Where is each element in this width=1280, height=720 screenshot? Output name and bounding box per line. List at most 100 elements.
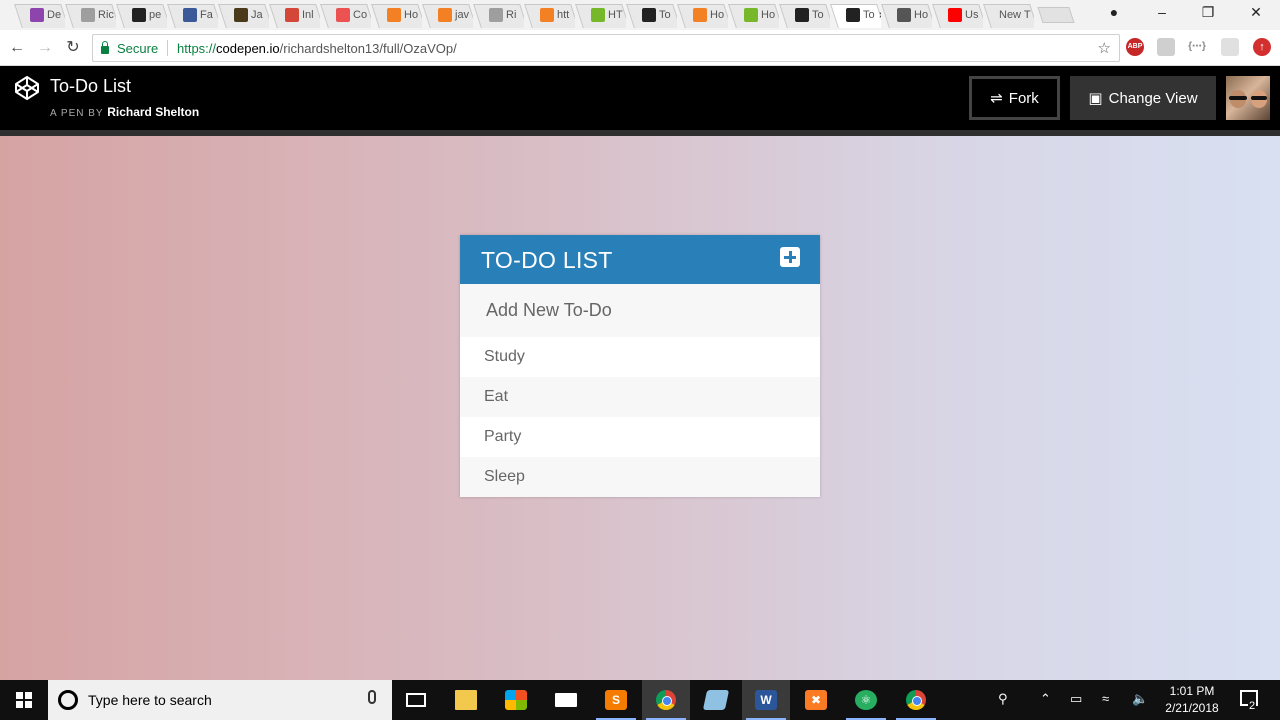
browser-tab[interactable]: To ×	[830, 2, 881, 28]
browser-tab[interactable]: Ho	[371, 2, 422, 28]
cube-icon	[30, 8, 44, 22]
start-button[interactable]	[0, 680, 48, 720]
taskbar-xampp[interactable]: ✖	[792, 680, 840, 720]
browser-tab[interactable]: To	[626, 2, 677, 28]
forward-arrow-icon[interactable]: →	[34, 37, 56, 59]
author-link[interactable]: Richard Shelton	[107, 105, 199, 119]
close-window-button[interactable]: ✕	[1246, 4, 1266, 21]
fork-button[interactable]: ⇌ Fork	[969, 76, 1060, 120]
new-tab-button[interactable]	[1037, 7, 1075, 23]
browser-tab[interactable]: Ho	[677, 2, 728, 28]
browser-tab[interactable]: Ja	[218, 2, 269, 28]
reload-icon[interactable]: ↻	[62, 37, 84, 59]
codepen-icon	[846, 8, 860, 22]
microphone-icon[interactable]	[368, 690, 376, 704]
browser-tab[interactable]: To	[779, 2, 830, 28]
json-extension-icon[interactable]: {⋯}	[1188, 38, 1206, 56]
adblock-extension-icon[interactable]: ABP	[1126, 38, 1144, 56]
browser-tab[interactable]: New T	[983, 2, 1034, 28]
browser-toolbar: ← → ↻ Secure https://codepen.io/richards…	[0, 30, 1280, 66]
divider	[167, 40, 168, 56]
extension-icon[interactable]	[1157, 38, 1175, 56]
minimize-button[interactable]: –	[1152, 4, 1172, 20]
url-path: /richardshelton13/full/OzaVOp/	[279, 41, 457, 56]
url-text[interactable]: https://codepen.io/richardshelton13/full…	[177, 41, 457, 56]
secure-label: Secure	[117, 41, 159, 56]
tab-label: Ho	[914, 9, 929, 21]
todo-card: TO-DO LIST StudyEatPartySleep	[460, 235, 820, 497]
address-bar[interactable]: Secure https://codepen.io/richardshelton…	[92, 34, 1120, 62]
secure-indicator[interactable]: Secure	[101, 40, 159, 56]
browser-tab[interactable]: Inl	[269, 2, 320, 28]
battery-icon[interactable]: ▭	[1070, 691, 1082, 707]
xampp-icon: ✖	[805, 690, 827, 710]
taskbar-mail[interactable]	[542, 680, 590, 720]
system-clock[interactable]: 1:01 PM 2/21/2018	[1156, 683, 1228, 717]
chevron-up-icon[interactable]: ⌃	[1040, 691, 1051, 707]
taskbar-notepad[interactable]	[692, 680, 740, 720]
github-icon	[132, 8, 146, 22]
task-view-icon	[406, 693, 426, 707]
browser-tab[interactable]: Co	[320, 2, 371, 28]
browser-tab[interactable]: Ri	[473, 2, 524, 28]
tab-label: pe	[149, 9, 162, 21]
taskbar-sublime[interactable]: S	[592, 680, 640, 720]
close-tab-icon[interactable]: ×	[879, 8, 881, 22]
search-placeholder: Type here to search	[88, 692, 212, 708]
volume-icon[interactable]: 🔈	[1132, 691, 1148, 707]
taskbar-search[interactable]: Type here to search	[48, 680, 392, 720]
profile-icon[interactable]: ●	[1104, 4, 1124, 20]
tab-label: Ho	[404, 9, 419, 21]
browser-tab[interactable]: HT	[575, 2, 626, 28]
taskbar-store[interactable]	[492, 680, 540, 720]
user-avatar[interactable]	[1226, 76, 1270, 120]
todo-list: Study Eat Party Sleep	[460, 337, 820, 497]
people-icon[interactable]: ⚲	[998, 691, 1008, 707]
todo-item[interactable]: Eat	[460, 377, 820, 417]
extension-icon[interactable]	[1221, 38, 1239, 56]
tab-label: Ho	[710, 9, 725, 21]
todo-item[interactable]: Sleep	[460, 457, 820, 497]
browser-tab[interactable]: Ho	[881, 2, 932, 28]
browser-tab[interactable]: Ric	[65, 2, 116, 28]
bookmark-star-icon[interactable]: ☆	[1098, 39, 1111, 57]
browser-tab[interactable]: De	[14, 2, 65, 28]
browser-tab[interactable]: Ho	[728, 2, 779, 28]
back-arrow-icon[interactable]: ←	[6, 37, 28, 59]
url-scheme: https://	[177, 41, 217, 56]
stack-icon	[693, 8, 707, 22]
tab-label: Inl	[302, 9, 314, 21]
mail-icon	[555, 693, 577, 707]
task-view-button[interactable]	[392, 680, 440, 720]
tab-label: Us	[965, 9, 979, 21]
taskbar-file-explorer[interactable]	[442, 680, 490, 720]
nyt-icon	[642, 8, 656, 22]
add-todo-plus-icon[interactable]	[780, 247, 800, 267]
browser-tab[interactable]: Us	[932, 2, 983, 28]
taskbar-chrome[interactable]	[642, 680, 690, 720]
change-view-button[interactable]: ▣ Change View	[1070, 76, 1216, 120]
todo-item[interactable]: Study	[460, 337, 820, 377]
wifi-icon[interactable]: ≈	[1102, 691, 1109, 706]
windows-logo-icon	[16, 692, 32, 708]
taskbar-chrome-2[interactable]	[892, 680, 940, 720]
chrome-icon	[906, 690, 926, 710]
windows-taskbar: Type here to search S W ✖ ⚛ ⚲ ⌃ ▭ ≈ 🔈 1:…	[0, 680, 1280, 720]
change-view-label: Change View	[1108, 89, 1198, 107]
pen-preview: TO-DO LIST StudyEatPartySleep	[0, 136, 1280, 680]
browser-tab[interactable]: jav	[422, 2, 473, 28]
codepen-logo-icon[interactable]	[14, 75, 40, 101]
page-icon	[81, 8, 95, 22]
browser-tab[interactable]: pe	[116, 2, 167, 28]
restore-button[interactable]: ❐	[1198, 4, 1218, 21]
browser-tab[interactable]: Fa	[167, 2, 218, 28]
taskbar-atom[interactable]: ⚛	[842, 680, 890, 720]
youtube-icon	[948, 8, 962, 22]
taskbar-word[interactable]: W	[742, 680, 790, 720]
browser-tab[interactable]: htt	[524, 2, 575, 28]
lock-icon	[101, 40, 109, 54]
upload-extension-icon[interactable]: ↑	[1253, 38, 1271, 56]
todo-title: TO-DO LIST	[481, 247, 613, 273]
todo-item[interactable]: Party	[460, 417, 820, 457]
new-todo-input[interactable]	[460, 284, 820, 337]
